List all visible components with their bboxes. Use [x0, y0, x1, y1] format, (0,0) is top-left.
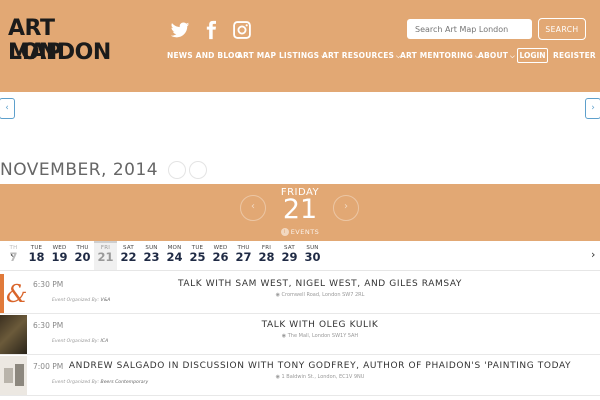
- event-thumbnail[interactable]: [0, 356, 27, 395]
- organizer-link[interactable]: V&A: [101, 298, 111, 303]
- organizer-prefix: Event Organized By:: [52, 380, 100, 385]
- events-label: EVENTS: [290, 228, 320, 236]
- nav-about[interactable]: ABOUT ⌵: [478, 51, 515, 61]
- site-header: ART MAP LONDON SEARCH NEWS AND BLOG ART …: [0, 0, 600, 92]
- organizer-prefix: Event Organized By:: [52, 339, 100, 344]
- date-cell[interactable]: FRI 28: [255, 241, 278, 270]
- nav-news-and-blog[interactable]: NEWS AND BLOG: [167, 51, 241, 60]
- chevron-down-icon: ⌵: [510, 53, 515, 60]
- date-cell-day: 20: [74, 250, 91, 264]
- date-strip-next-icon[interactable]: ›: [591, 248, 595, 261]
- date-cell[interactable]: THU 20: [71, 241, 94, 270]
- login-button[interactable]: LOGIN: [517, 48, 548, 63]
- prev-month-button[interactable]: [168, 161, 186, 179]
- date-cell-day: 19: [51, 250, 68, 264]
- event-organizer: Event Organized By: V&A: [52, 298, 110, 303]
- organizer-prefix: Event Organized By:: [52, 298, 100, 303]
- nav-art-map-listings[interactable]: ART MAP LISTINGS ⌵: [237, 51, 326, 61]
- nav-label: ART RESOURCES: [322, 51, 395, 60]
- event-location-text: Cromwell Road, London SW7 2RL: [281, 292, 365, 298]
- selected-day-panel: FRIDAY 21 ‹ › i EVENTS: [0, 184, 600, 241]
- date-cell[interactable]: SUN 23: [140, 241, 163, 270]
- date-cell[interactable]: WED 19: [48, 241, 71, 270]
- date-cell[interactable]: WED 26: [209, 241, 232, 270]
- nav-label: ART MENTORING: [400, 51, 473, 60]
- svg-text:&: &: [6, 280, 27, 308]
- slider-next-button[interactable]: ›: [585, 98, 600, 119]
- facebook-icon[interactable]: [201, 20, 221, 40]
- event-location: ◉ 1 Baldwin St., London, EC1V 9NU: [50, 374, 590, 380]
- event-row[interactable]: & 6:30 PM Event Organized By: V&A TALK W…: [0, 273, 600, 314]
- nav-label: ABOUT: [478, 51, 509, 60]
- date-cell[interactable]: TUE 18: [25, 241, 48, 270]
- location-pin-icon: ◉: [281, 333, 287, 339]
- slider-prev-button[interactable]: ‹: [0, 98, 15, 119]
- date-cell[interactable]: TUE 25: [186, 241, 209, 270]
- date-cell[interactable]: MON 24: [163, 241, 186, 270]
- date-cell-selected[interactable]: FRI 21: [94, 241, 117, 270]
- search-button[interactable]: SEARCH: [538, 18, 586, 40]
- instagram-icon[interactable]: [232, 20, 252, 40]
- organizer-link[interactable]: ICA: [101, 339, 109, 344]
- logo-line-2: LONDON: [8, 40, 111, 65]
- nav-label: NEWS AND BLOG: [167, 51, 241, 60]
- events-count: i EVENTS: [0, 228, 600, 236]
- event-location-text: The Mall, London SW1Y 5AH: [287, 333, 359, 339]
- event-title[interactable]: TALK WITH OLEG KULIK: [50, 320, 590, 330]
- event-row[interactable]: 6:30 PM Event Organized By: ICA TALK WIT…: [0, 314, 600, 355]
- next-month-button[interactable]: [189, 161, 207, 179]
- date-cell-day: 18: [28, 250, 45, 264]
- events-icon: i: [280, 228, 289, 236]
- event-location: ◉ Cromwell Road, London SW7 2RL: [50, 292, 590, 298]
- date-cell[interactable]: THU 27: [232, 241, 255, 270]
- date-cell-day: 29: [281, 250, 298, 264]
- site-logo[interactable]: ART MAP LONDON: [8, 13, 113, 67]
- date-cell-day: 28: [258, 250, 275, 264]
- location-pin-icon: ◉: [275, 292, 280, 298]
- nav-art-resources[interactable]: ART RESOURCES ⌵: [322, 51, 401, 61]
- date-cell-day: 26: [212, 250, 229, 264]
- selected-day-number: 21: [282, 194, 318, 225]
- next-day-button[interactable]: ›: [333, 195, 359, 221]
- date-strip: ‹ TH 7 TUE 18 WED 19 THU 20 FRI 21 SAT 22 SUN 23 MON 24…: [0, 241, 600, 271]
- event-location-text: 1 Baldwin St., London, EC1V 9NU: [281, 374, 365, 380]
- date-cell[interactable]: SUN 30: [301, 241, 324, 270]
- prev-day-button[interactable]: ‹: [240, 195, 266, 221]
- register-link[interactable]: REGISTER: [553, 51, 596, 60]
- date-cell-day: 27: [235, 250, 252, 264]
- event-title[interactable]: ANDREW SALGADO IN DISCUSSION WITH TONY G…: [50, 361, 590, 371]
- date-cell[interactable]: SAT 29: [278, 241, 301, 270]
- event-location: ◉ The Mall, London SW1Y 5AH: [50, 333, 590, 339]
- event-row[interactable]: 7:00 PM Event Organized By: Beers Contem…: [0, 355, 600, 396]
- date-cell-day: 23: [143, 250, 160, 264]
- search-input[interactable]: [407, 19, 532, 39]
- date-cell[interactable]: TH 7: [2, 241, 25, 270]
- nav-label: ART MAP LISTINGS: [237, 51, 320, 60]
- event-thumbnail[interactable]: &: [0, 274, 27, 313]
- date-cell[interactable]: SAT 22: [117, 241, 140, 270]
- date-cell-day: 24: [166, 250, 183, 264]
- chevron-right-icon: ›: [344, 201, 348, 212]
- chevron-left-icon: ‹: [251, 201, 255, 212]
- date-cell-day: 21: [97, 250, 114, 264]
- nav-art-mentoring[interactable]: ART MENTORING ⌵: [400, 51, 480, 61]
- event-title[interactable]: TALK WITH SAM WEST, NIGEL WEST, AND GILE…: [50, 279, 590, 289]
- month-title: NOVEMBER, 2014: [0, 160, 159, 180]
- date-cell-day: 22: [120, 250, 137, 264]
- date-cell-day: 7: [9, 250, 18, 264]
- date-cell-day: 25: [189, 250, 206, 264]
- twitter-icon[interactable]: [170, 20, 190, 40]
- location-pin-icon: ◉: [275, 374, 280, 380]
- event-organizer: Event Organized By: ICA: [52, 339, 108, 344]
- organizer-link[interactable]: Beers Contemporary: [101, 380, 149, 385]
- event-thumbnail[interactable]: [0, 315, 27, 354]
- date-cell-day: 30: [304, 250, 321, 264]
- event-organizer: Event Organized By: Beers Contemporary: [52, 380, 148, 385]
